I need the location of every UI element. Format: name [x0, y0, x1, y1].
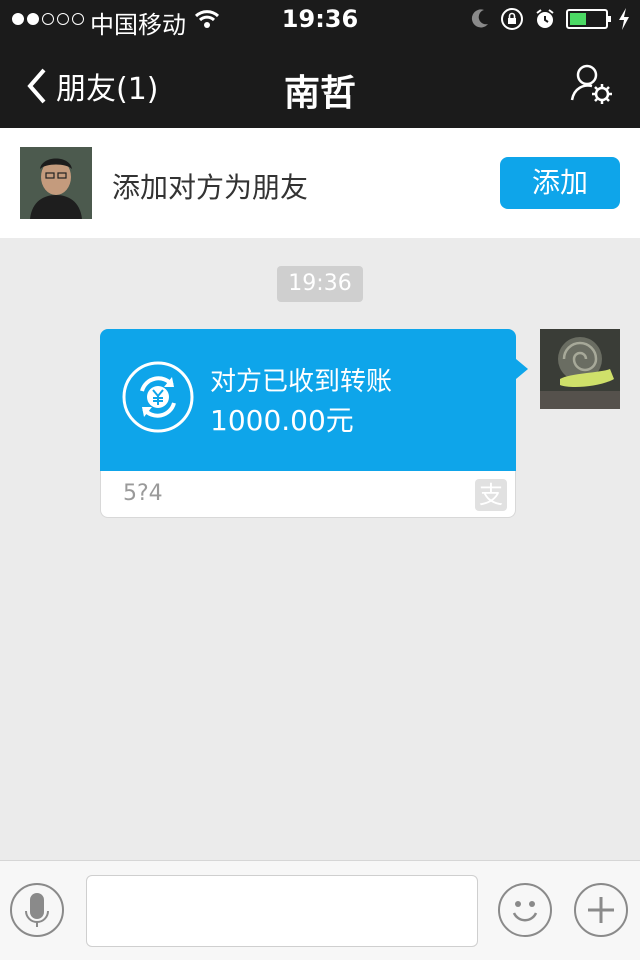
more-button[interactable]	[574, 883, 628, 937]
transfer-message-bubble[interactable]: 对方已收到转账 1000.00元 5?4 支	[100, 329, 528, 518]
snail-photo	[540, 329, 620, 409]
navigation-bar: 朋友(1) 南哲	[0, 40, 640, 128]
add-friend-prompt: 添加对方为朋友	[112, 171, 309, 204]
microphone-icon	[25, 893, 49, 927]
charging-icon	[619, 8, 629, 30]
input-bar	[0, 860, 640, 960]
message-timestamp: 19:36	[277, 266, 363, 302]
status-bar: 中国移动 19:36	[0, 0, 640, 40]
contact-avatar[interactable]	[20, 147, 92, 219]
alarm-icon	[536, 9, 554, 28]
rotation-lock-icon	[501, 8, 523, 30]
add-friend-bar: 添加对方为朋友 添加	[0, 128, 640, 238]
alipay-icon: 支	[475, 479, 507, 511]
battery-icon	[566, 9, 611, 29]
transfer-note: 5?4	[123, 481, 163, 506]
transfer-status: 对方已收到转账	[210, 367, 393, 397]
transfer-amount: 1000.00元	[210, 404, 354, 437]
add-friend-button[interactable]: 添加	[500, 157, 620, 209]
bubble-tail	[516, 359, 528, 379]
user-settings-icon	[570, 64, 612, 104]
moon-icon	[471, 9, 488, 28]
emoji-icon	[512, 901, 538, 922]
plus-icon	[588, 897, 614, 923]
top-bar: 中国移动 19:36 朋友(1) 南哲	[0, 0, 640, 128]
profile-settings-button[interactable]	[570, 62, 612, 108]
message-input[interactable]	[86, 875, 478, 947]
transfer-card-footer: 5?4 支	[100, 471, 516, 518]
page-title: 南哲	[283, 73, 356, 114]
transfer-yuan-icon	[122, 361, 194, 433]
my-avatar[interactable]	[540, 329, 620, 409]
person-photo	[20, 147, 92, 219]
emoji-button[interactable]	[498, 883, 552, 937]
voice-button[interactable]	[10, 883, 64, 937]
transfer-card-header: 对方已收到转账 1000.00元	[100, 329, 516, 471]
